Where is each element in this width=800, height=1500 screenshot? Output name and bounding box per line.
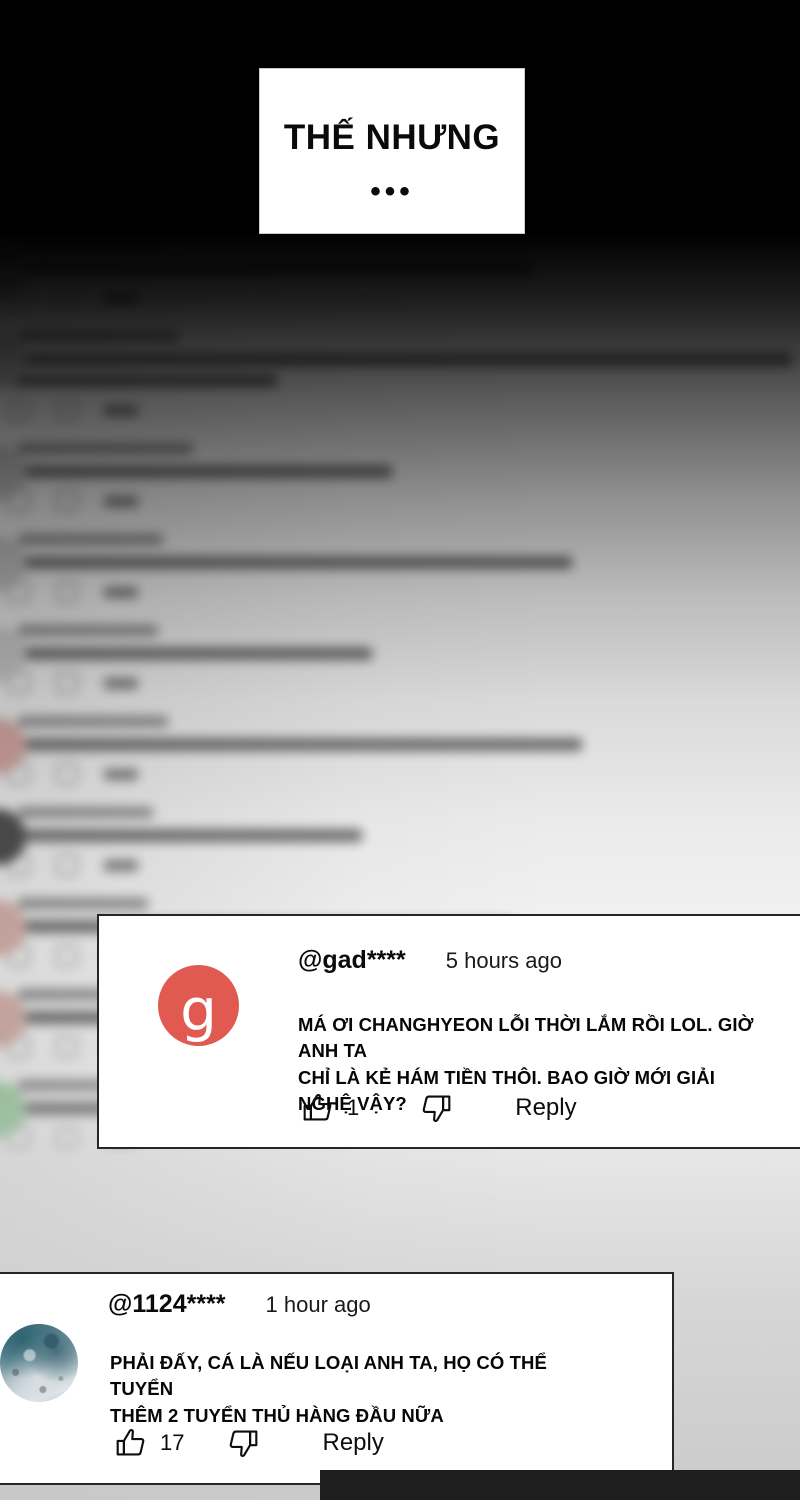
- comment-username[interactable]: @1124****: [108, 1290, 226, 1319]
- like-count: 1: [347, 1095, 360, 1120]
- slide-canvas: THẾ NHƯNG ••• g @gad**** 5 hours ago MÁ …: [0, 0, 800, 1500]
- title-card: THẾ NHƯNG •••: [259, 68, 525, 234]
- reply-button[interactable]: Reply: [322, 1429, 383, 1457]
- thumbs-down-icon: [422, 1095, 451, 1122]
- comment-header-gad: @gad**** 5 hours ago: [298, 946, 562, 975]
- comment-timestamp: 1 hour ago: [265, 1292, 371, 1317]
- comment-text: PHẢI ĐẤY, CÁ LÀ NẾU LOẠI ANH TA, HỌ CÓ T…: [110, 1352, 547, 1426]
- ellipsis-text: •••: [370, 174, 414, 208]
- comment-actions-1124: 17 Reply: [114, 1426, 384, 1460]
- comment-header-1124: @1124**** 1 hour ago: [108, 1290, 371, 1319]
- avatar-photo-texture: [0, 1324, 78, 1402]
- comment-username[interactable]: @gad****: [298, 946, 406, 975]
- comment-card-gad[interactable]: g @gad**** 5 hours ago MÁ ƠI CHANGHYEON …: [97, 914, 800, 1149]
- comment-actions-gad: 1 Reply: [301, 1091, 577, 1125]
- avatar-letter: g: [180, 975, 217, 1044]
- thumbs-up-icon: [116, 1429, 145, 1456]
- like-count: 17: [160, 1430, 185, 1455]
- thumbs-up-icon: [303, 1094, 332, 1121]
- like-button[interactable]: 1: [301, 1091, 359, 1125]
- dislike-button[interactable]: [419, 1091, 453, 1125]
- comment-timestamp: 5 hours ago: [445, 948, 562, 973]
- avatar-1124: [0, 1324, 78, 1402]
- title-text: THẾ NHƯNG: [283, 117, 501, 157]
- like-button[interactable]: 17: [114, 1426, 184, 1460]
- thumbs-down-icon: [230, 1430, 258, 1457]
- reply-button[interactable]: Reply: [515, 1094, 576, 1122]
- comment-card-1124[interactable]: @1124**** 1 hour ago PHẢI ĐẤY, CÁ LÀ NẾU…: [0, 1272, 674, 1485]
- bottom-dark-bar: [320, 1470, 800, 1500]
- dislike-button[interactable]: [226, 1426, 260, 1460]
- avatar-gad: g: [158, 965, 239, 1046]
